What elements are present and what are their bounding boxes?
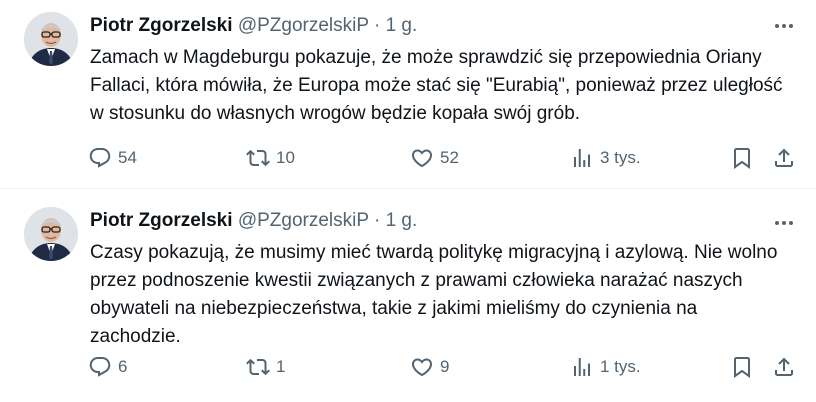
repost-count: 10 [276, 148, 295, 167]
more-horizontal-icon[interactable] [772, 14, 796, 38]
separator-dot: · [373, 210, 381, 231]
heart-icon [411, 358, 433, 377]
tweet[interactable]: Piotr Zgorzelski @PZgorzelskiP · 1 g. Cz… [0, 188, 816, 402]
tweet-text: Czasy pokazują, że musimy mieć twardą po… [90, 242, 778, 347]
repost-button[interactable]: 1 [246, 352, 285, 382]
repost-icon [246, 149, 270, 167]
tweet-header: Piotr Zgorzelski @PZgorzelskiP · 1 g. [90, 14, 417, 38]
analytics-icon [574, 149, 590, 167]
views-button[interactable]: 3 tys. [570, 143, 641, 173]
bookmark-button[interactable] [730, 143, 754, 173]
views-count: 3 tys. [600, 148, 641, 167]
author-name[interactable]: Piotr Zgorzelski [90, 210, 233, 231]
bookmark-icon [734, 148, 750, 169]
author-handle[interactable]: @PZgorzelskiP [238, 210, 369, 231]
reply-count: 54 [118, 148, 137, 167]
more-horizontal-icon[interactable] [772, 211, 796, 235]
avatar[interactable] [24, 12, 78, 66]
like-button[interactable]: 52 [410, 143, 459, 173]
reply-icon [89, 357, 111, 377]
bookmark-icon [734, 357, 750, 378]
reply-count: 6 [118, 357, 128, 376]
repost-count: 1 [276, 357, 286, 376]
avatar[interactable] [24, 207, 78, 261]
reply-icon [89, 148, 111, 168]
views-count: 1 tys. [600, 357, 641, 376]
tweet-actions: 54 10 52 3 tys. [88, 143, 800, 173]
timestamp[interactable]: 1 g. [386, 210, 418, 231]
heart-icon [411, 149, 433, 168]
like-count: 9 [440, 357, 450, 376]
tweet-header: Piotr Zgorzelski @PZgorzelskiP · 1 g. [90, 209, 417, 233]
author-handle[interactable]: @PZgorzelskiP [238, 15, 369, 36]
reply-button[interactable]: 54 [88, 143, 137, 173]
share-icon [775, 148, 793, 167]
repost-icon [246, 358, 270, 376]
reply-button[interactable]: 6 [88, 352, 127, 382]
tweet[interactable]: Piotr Zgorzelski @PZgorzelskiP · 1 g. Za… [0, 0, 816, 188]
analytics-icon [574, 358, 590, 376]
share-button[interactable] [772, 352, 796, 382]
like-count: 52 [440, 148, 459, 167]
share-button[interactable] [772, 143, 796, 173]
repost-button[interactable]: 10 [246, 143, 295, 173]
share-icon [775, 357, 793, 376]
tweet-text: Zamach w Magdeburgu pokazuje, że może sp… [90, 47, 783, 124]
bookmark-button[interactable] [730, 352, 754, 382]
views-button[interactable]: 1 tys. [570, 352, 641, 382]
like-button[interactable]: 9 [410, 352, 449, 382]
author-name[interactable]: Piotr Zgorzelski [90, 15, 233, 36]
timestamp[interactable]: 1 g. [386, 15, 418, 36]
tweet-actions: 6 1 9 1 tys. [88, 352, 800, 382]
separator-dot: · [373, 15, 381, 36]
